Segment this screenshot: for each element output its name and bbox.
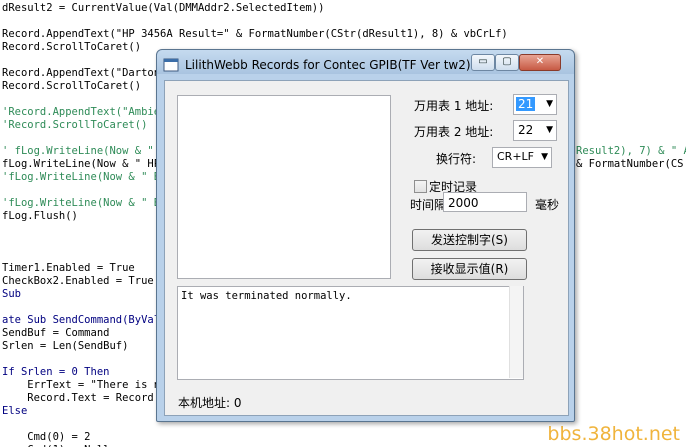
dmm2-address-value: 22	[518, 123, 534, 137]
code-line-fragment: & FormatNumber(CS	[576, 158, 684, 170]
interval-input[interactable]: 2000	[443, 192, 527, 212]
code-line: fLog.WriteLine(Now & " HP3	[2, 158, 167, 170]
window-title: LilithWebb Records for Contec GPIB(TF Ve…	[185, 58, 471, 72]
dialog-window: LilithWebb Records for Contec GPIB(TF Ve…	[156, 49, 575, 422]
status-text: It was terminated normally.	[181, 290, 352, 302]
dmm2-address-select[interactable]: 22 ▼	[513, 120, 557, 141]
watermark: bbs.38hot.net	[547, 423, 680, 445]
newline-value: CR+LF	[497, 150, 534, 163]
code-line: fLog.Flush()	[2, 210, 78, 222]
code-line: ErrText = "There is no	[2, 379, 167, 391]
close-button[interactable]: ✕	[519, 54, 561, 71]
title-bar[interactable]: LilithWebb Records for Contec GPIB(TF Ve…	[157, 50, 574, 80]
dmm2-address-label: 万用表 2 地址:	[414, 125, 494, 139]
records-listbox[interactable]	[177, 95, 391, 279]
newline-label: 换行符:	[436, 152, 477, 166]
code-line: Record.Text = Record.T	[2, 392, 167, 404]
code-line: 'Record.ScrollToCaret()	[2, 119, 148, 131]
chevron-down-icon: ▼	[546, 99, 553, 109]
code-line: Record.AppendText("HP 3456A Result=" & F…	[2, 28, 508, 40]
code-line: SendBuf = Command	[2, 327, 110, 339]
code-line: Cmd(0) = 2	[2, 431, 91, 443]
code-line: 'fLog.WriteLine(Now & " Bt	[2, 171, 167, 183]
dmm1-address-select[interactable]: 21 ▼	[513, 94, 557, 115]
code-line: Record.ScrollToCaret()	[2, 80, 142, 92]
chevron-down-icon: ▼	[541, 152, 548, 162]
code-line: Record.AppendText("Darton	[2, 67, 161, 79]
code-line: Srlen = Len(SendBuf)	[2, 340, 129, 352]
code-line: 'Record.AppendText("Ambien	[2, 106, 167, 118]
receive-value-button[interactable]: 接收显示值(R)	[412, 258, 527, 280]
dmm1-address-label: 万用表 1 地址:	[414, 99, 494, 113]
dmm1-address-value: 21	[516, 97, 536, 111]
code-line: Timer1.Enabled = True	[2, 262, 135, 274]
newline-select[interactable]: CR+LF ▼	[492, 147, 552, 168]
status-textbox[interactable]: It was terminated normally.	[177, 286, 524, 380]
chevron-down-icon: ▼	[546, 125, 553, 135]
interval-unit: 毫秒	[535, 198, 560, 212]
code-line: ' fLog.WriteLine(Now & " B	[2, 145, 167, 157]
app-icon	[163, 58, 179, 72]
maximize-button[interactable]: ▢	[495, 54, 519, 71]
host-address-label: 本机地址: 0	[178, 396, 242, 410]
minimize-button[interactable]: ▭	[471, 54, 495, 71]
code-line: Else	[2, 405, 28, 417]
status-scrollbar[interactable]	[509, 286, 523, 378]
send-command-button[interactable]: 发送控制字(S)	[412, 229, 527, 251]
code-line: CheckBox2.Enabled = True	[2, 275, 154, 287]
code-line-fragment: Result2), 7) & " A	[576, 145, 686, 157]
code-line: Record.ScrollToCaret()	[2, 41, 142, 53]
dialog-client-area: 万用表 1 地址: 21 ▼ 万用表 2 地址: 22 ▼ 换行符: CR+LF…	[164, 80, 569, 416]
code-line: Sub	[2, 288, 21, 300]
code-line: ate Sub SendCommand(ByVal	[2, 314, 161, 326]
code-line: dResult2 = CurrentValue(Val(DMMAddr2.Sel…	[2, 2, 325, 14]
code-line: 'fLog.WriteLine(Now & " Bt	[2, 197, 167, 209]
timed-record-checkbox[interactable]	[414, 180, 427, 193]
code-line: If Srlen = 0 Then	[2, 366, 110, 378]
